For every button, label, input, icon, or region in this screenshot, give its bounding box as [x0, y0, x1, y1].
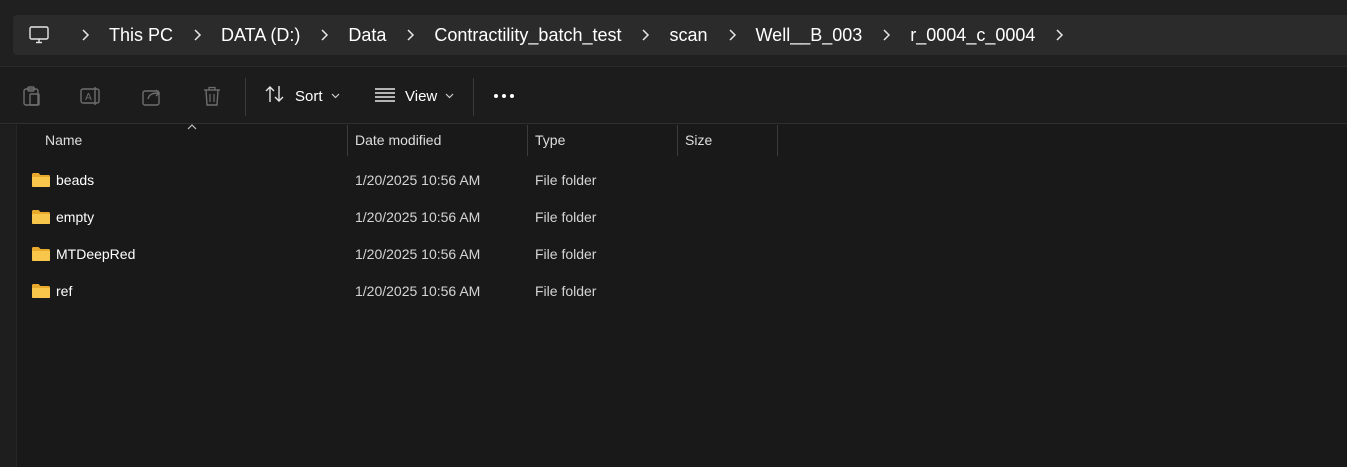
chevron-right-icon[interactable] [396, 15, 424, 55]
file-name: empty [56, 209, 95, 225]
sort-label: Sort [295, 87, 323, 105]
file-date-modified: 1/20/2025 10:56 AM [355, 283, 481, 299]
chevron-right-icon[interactable] [872, 15, 900, 55]
column-header-type[interactable]: Type [527, 125, 677, 156]
file-row-ref[interactable]: ref 1/20/2025 10:56 AM File folder [18, 273, 1347, 310]
file-list: Name Date modified Type Size beads 1/20/… [0, 124, 1347, 467]
file-date-modified: 1/20/2025 10:56 AM [355, 209, 481, 225]
svg-text:A: A [85, 92, 92, 103]
chevron-right-icon[interactable] [631, 15, 659, 55]
share-icon[interactable] [140, 84, 164, 108]
title-area: This PC DATA (D:) Data Contractility_bat… [0, 0, 1347, 66]
file-row-empty[interactable]: empty 1/20/2025 10:56 AM File folder [18, 199, 1347, 236]
breadcrumb-well-b-003[interactable]: Well__B_003 [752, 15, 867, 55]
view-button[interactable]: View [373, 81, 454, 111]
folder-icon [32, 284, 50, 298]
paste-icon[interactable] [20, 84, 44, 108]
file-name: beads [56, 172, 95, 188]
chevron-right-icon[interactable] [71, 15, 99, 55]
toolbar-divider [245, 78, 246, 116]
computer-monitor-icon[interactable] [27, 25, 51, 45]
breadcrumb-contractility-batch-test[interactable]: Contractility_batch_test [430, 15, 625, 55]
file-row-mtdeepred[interactable]: MTDeepRed 1/20/2025 10:56 AM File folder [18, 236, 1347, 273]
column-header-date-modified[interactable]: Date modified [347, 125, 527, 156]
toolbar-divider [473, 78, 474, 116]
folder-icon [32, 210, 50, 224]
delete-icon[interactable] [200, 84, 224, 108]
file-name: ref [56, 283, 73, 299]
view-list-icon [373, 85, 397, 107]
rename-icon[interactable]: A [79, 84, 103, 108]
command-bar: A Sort View [0, 66, 1347, 124]
file-type: File folder [535, 246, 597, 262]
file-type: File folder [535, 209, 597, 225]
folder-icon [32, 247, 50, 261]
breadcrumb-data[interactable]: Data [344, 15, 390, 55]
chevron-right-icon[interactable] [718, 15, 746, 55]
column-separator[interactable] [777, 125, 778, 156]
more-options-icon[interactable] [492, 84, 516, 108]
chevron-right-icon[interactable] [183, 15, 211, 55]
breadcrumb-this-pc[interactable]: This PC [105, 15, 177, 55]
view-label: View [405, 87, 438, 105]
address-bar[interactable]: This PC DATA (D:) Data Contractility_bat… [13, 15, 1347, 55]
file-row-beads[interactable]: beads 1/20/2025 10:56 AM File folder [18, 162, 1347, 199]
file-name: MTDeepRed [56, 246, 136, 262]
column-header-size[interactable]: Size [677, 125, 777, 156]
chevron-down-icon [445, 93, 454, 99]
chevron-right-icon[interactable] [1045, 15, 1073, 55]
navigation-pane-edge[interactable] [0, 125, 17, 467]
file-date-modified: 1/20/2025 10:56 AM [355, 172, 481, 188]
column-header-name[interactable]: Name [37, 125, 347, 156]
file-type: File folder [535, 283, 597, 299]
sort-button[interactable]: Sort [263, 81, 340, 111]
breadcrumb-scan[interactable]: scan [665, 15, 711, 55]
chevron-right-icon[interactable] [310, 15, 338, 55]
file-date-modified: 1/20/2025 10:56 AM [355, 246, 481, 262]
sort-icon [263, 84, 287, 108]
chevron-down-icon [331, 93, 340, 99]
breadcrumb-r-0004-c-0004[interactable]: r_0004_c_0004 [906, 15, 1039, 55]
file-type: File folder [535, 172, 597, 188]
breadcrumb-data-drive[interactable]: DATA (D:) [217, 15, 304, 55]
folder-icon [32, 173, 50, 187]
